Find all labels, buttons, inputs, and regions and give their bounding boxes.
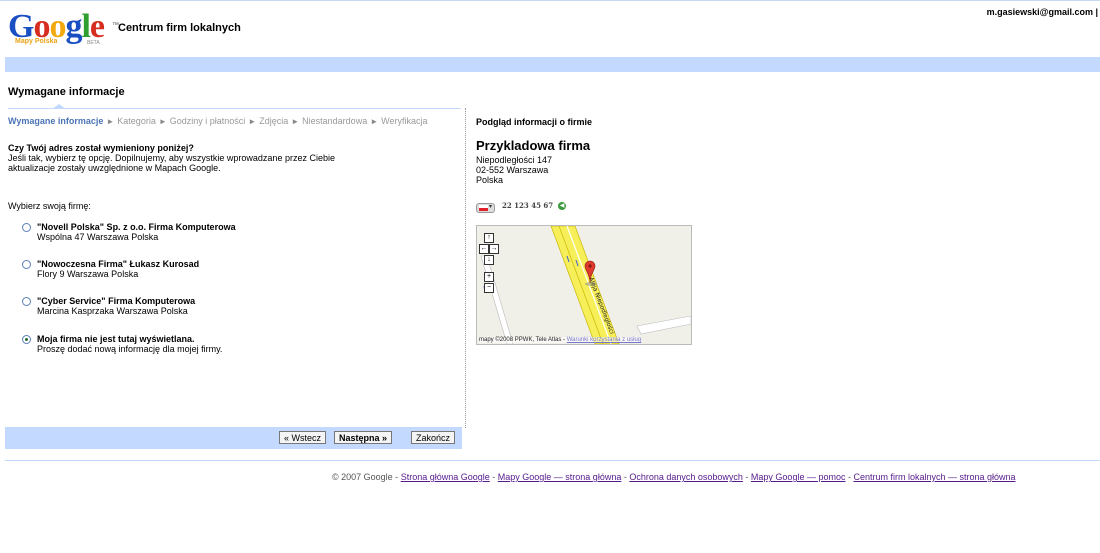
user-email[interactable]: m.gasiewski@gmail.com | (987, 7, 1098, 17)
option-name: "Novell Polska" Sp. z o.o. Firma Kompute… (37, 222, 236, 232)
footer-divider (5, 460, 1100, 461)
finish-button[interactable]: Zakończ (411, 431, 456, 444)
radio-button[interactable] (22, 223, 31, 232)
address-line-3: Polska (476, 175, 504, 185)
question-line-2: aktualizacje zostały uwzględnione w Mapa… (8, 163, 221, 173)
button-bar (5, 427, 462, 449)
back-button[interactable]: « Wstecz (279, 431, 327, 444)
footer-link-google-home[interactable]: Strona główna Google (401, 472, 490, 482)
footer-link-lbc-home[interactable]: Centrum firm lokalnych — strona główna (853, 472, 1015, 482)
option-name: Moja firma nie jest tutaj wyświetlana. (37, 334, 195, 344)
pan-left-icon[interactable]: ← (479, 244, 489, 254)
option-name: "Cyber Service" Firma Komputerowa (37, 296, 196, 306)
step-custom[interactable]: Niestandardowa (302, 116, 367, 126)
logo-subtitle: Mapy Polska (15, 38, 58, 45)
radio-button[interactable] (22, 297, 31, 306)
map-roads: Aleja Niepodległości (477, 226, 691, 344)
map-copyright-text: mapy ©2008 PPWK, Tele Atlas - (479, 337, 566, 343)
radio-button-selected[interactable] (22, 335, 31, 344)
option-detail: Marcina Kasprzaka Warszawa Polska (37, 306, 188, 316)
app-title: Centrum firm lokalnych (118, 22, 241, 34)
marker-shadow (585, 282, 597, 286)
steps-divider (8, 108, 461, 109)
option-detail: Proszę dodać nową informację dla mojej f… (37, 344, 223, 354)
column-divider (465, 108, 466, 428)
business-address: Niepodległości 147 02-552 Warszawa Polsk… (476, 155, 552, 185)
question-line-1: Jeśli tak, wybierz tę opcję. Dopilnujemy… (8, 153, 335, 163)
wizard-steps: Wymagane informacje ► Kategoria ► Godziny i … (8, 116, 427, 126)
address-line-1: Niepodległości 147 (476, 155, 553, 165)
step-arrow-icon: ► (248, 117, 257, 126)
footer: © 2007 Google - Strona główna Google - M… (332, 472, 1016, 482)
step-arrow-icon: ► (158, 117, 167, 126)
question-heading: Czy Twój adres został wymieniony poniżej… (8, 143, 194, 153)
top-border (0, 0, 1100, 1)
step-hours-payments[interactable]: Godziny i płatności (170, 116, 246, 126)
map-preview[interactable]: Aleja Niepodległości ↑ ← → ↓ + − mapy ©2… (476, 225, 692, 345)
address-question: Czy Twój adres został wymieniony poniżej… (8, 143, 448, 173)
footer-link-privacy[interactable]: Ochrona danych osobowych (629, 472, 743, 482)
step-arrow-icon: ► (106, 117, 115, 126)
pan-right-icon[interactable]: → (489, 244, 499, 254)
step-category[interactable]: Kategoria (117, 116, 156, 126)
next-button[interactable]: Następna » (334, 431, 393, 444)
header-bar (5, 57, 1100, 72)
page-title: Wymagane informacje (8, 86, 125, 98)
poland-flag-icon[interactable]: ▾ (476, 203, 495, 213)
step-verification[interactable]: Weryfikacja (381, 116, 427, 126)
step-photos[interactable]: Zdjęcia (259, 116, 288, 126)
map-copyright: mapy ©2008 PPWK, Tele Atlas - Warunki ko… (479, 337, 642, 343)
pan-down-icon[interactable]: ↓ (484, 255, 494, 265)
footer-copyright: © 2007 Google - (332, 472, 399, 482)
step-required-info[interactable]: Wymagane informacje (8, 116, 103, 126)
footer-link-maps-home[interactable]: Mapy Google — strona główna (498, 472, 622, 482)
option-detail: Flory 9 Warszawa Polska (37, 269, 139, 279)
google-logo[interactable]: Google ™ Mapy Polska BETA (8, 10, 119, 50)
call-icon[interactable]: ◀ (558, 202, 566, 210)
radio-button[interactable] (22, 260, 31, 269)
pan-up-icon[interactable]: ↑ (484, 233, 494, 243)
active-step-pointer (52, 104, 66, 109)
business-name: Przykladowa firma (476, 138, 591, 153)
step-arrow-icon: ► (291, 117, 300, 126)
option-name: "Nowoczesna Firma" Łukasz Kurosad (37, 259, 200, 269)
logo-beta-badge: BETA (87, 40, 100, 46)
footer-link-maps-help[interactable]: Mapy Google — pomoc (751, 472, 846, 482)
choose-business-label: Wybierz swoją firmę: (8, 201, 91, 211)
zoom-in-icon[interactable]: + (484, 272, 494, 282)
phone-number: 22 123 45 67 (502, 201, 554, 210)
preview-title: Podgląd informacji o firmie (476, 117, 593, 127)
map-terms-link[interactable]: Warunki korzystania z usług (567, 337, 641, 343)
step-arrow-icon: ► (370, 117, 379, 126)
address-line-2: 02-552 Warszawa (476, 165, 549, 175)
zoom-out-icon[interactable]: − (484, 283, 494, 293)
option-detail: Wspólna 47 Warszawa Polska (37, 232, 159, 242)
